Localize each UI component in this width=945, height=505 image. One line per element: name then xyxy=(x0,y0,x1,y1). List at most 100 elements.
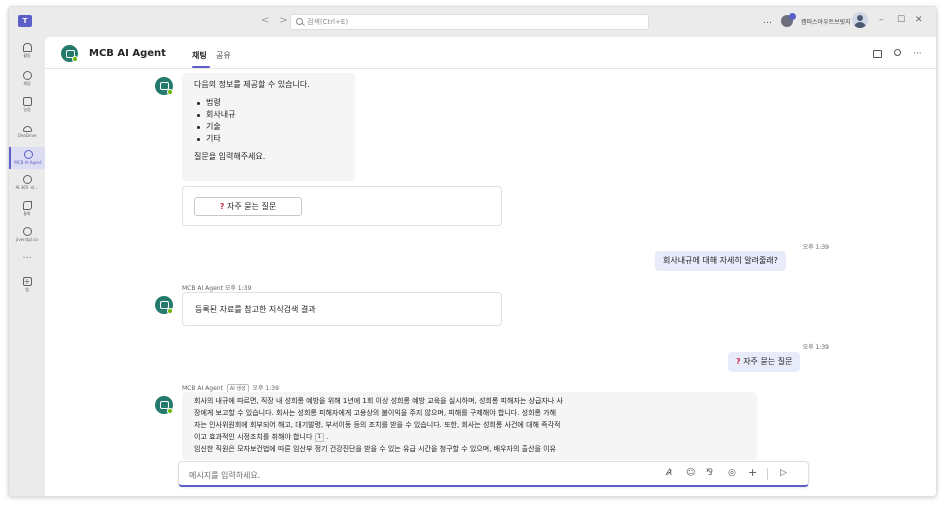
rail-item-label: 앱 xyxy=(25,287,29,292)
rail-item-ai365[interactable]: AI 365 ·라... xyxy=(9,175,45,191)
teams-window: T <> 검색(Ctrl+E) … 캠퍼스아우트브릿지 – ☐ ✕ 활동 채팅 … xyxy=(8,6,937,497)
search-icon xyxy=(296,18,303,25)
search-input[interactable]: 검색(Ctrl+E) xyxy=(290,14,649,30)
message-line: 장에게 보고할 수 있습니다. 회사는 성희롱 피해자에게 고용상의 불이익을 … xyxy=(194,409,557,417)
rail-item-label: 통화 xyxy=(23,211,31,216)
agent-icon xyxy=(22,175,32,184)
popout-icon[interactable] xyxy=(873,50,882,58)
bot-avatar-icon xyxy=(155,396,173,414)
back-arrow-icon[interactable]: < xyxy=(261,15,279,26)
list-item: 기술 xyxy=(194,121,343,133)
rail-item-calendar[interactable]: 일정 xyxy=(9,97,45,113)
citation-badge[interactable]: 1 xyxy=(314,433,324,442)
teams-logo-icon: T xyxy=(18,15,32,27)
message-meta: MCB AI Agent 오후 1:39 xyxy=(182,285,252,292)
bell-icon xyxy=(22,43,32,52)
attach-icon[interactable]: ⅋ xyxy=(706,468,713,478)
send-icon[interactable]: ▷ xyxy=(780,468,787,478)
message-text: 등록된 자료를 참고한 지식검색 결과 xyxy=(195,305,316,314)
presence-dot xyxy=(167,408,173,414)
phone-icon xyxy=(22,201,32,210)
maximize-button[interactable]: ☐ xyxy=(897,15,905,25)
more-icon: … xyxy=(22,251,32,261)
emoji-icon[interactable]: ☺ xyxy=(686,468,695,478)
rail-item-label: OneDrive xyxy=(17,133,37,138)
rail-item-label: 활동 xyxy=(23,53,31,58)
rail-item-onedrive[interactable]: OneDrive xyxy=(9,123,45,138)
rail-item-calls[interactable]: 통화 xyxy=(9,201,45,217)
tab-shared[interactable]: 공유 xyxy=(216,50,231,61)
rail-item-app[interactable]: jiverstpl.co xyxy=(9,227,45,242)
compose-placeholder: 메시지를 입력하세요. xyxy=(189,471,261,480)
avatar[interactable] xyxy=(852,12,868,28)
rail-item-label: 일정 xyxy=(23,107,31,112)
presence-dot xyxy=(167,89,173,95)
faq-button[interactable]: ? 자주 묻는 질문 xyxy=(194,197,302,216)
presence-dot xyxy=(72,56,78,62)
message-text: 이고 효과적인 시정조치를 취해야 합니다 xyxy=(194,433,313,441)
user-message: 회사내규에 대해 자세히 알려줄래? xyxy=(655,251,786,271)
faq-button-label: 자주 묻는 질문 xyxy=(226,202,277,211)
message-text: 질문을 입력해주세요. xyxy=(194,152,266,161)
chat-icon xyxy=(22,71,32,80)
message-text: 다음의 정보를 제공할 수 있습니다. xyxy=(194,80,310,89)
message-line: 자는 인사위원회에 회부되어 해고, 대기발령, 부서이동 등의 조치를 받을 … xyxy=(194,421,561,429)
main-pane: MCB AI Agent 채팅 공유 ··· 다음의 정보를 제공할 수 있습니… xyxy=(45,37,936,496)
divider xyxy=(767,468,768,480)
more-options-icon[interactable]: ··· xyxy=(913,49,922,59)
agent-icon xyxy=(61,45,78,62)
bot-message: 회사의 내규에 따르면, 직장 내 성희롱 예방을 위해 1년에 1회 이상 성… xyxy=(182,392,757,460)
org-badge xyxy=(789,13,796,20)
message-line: 회사의 내규에 따르면, 직장 내 성희롱 예방을 위해 1년에 1회 이상 성… xyxy=(194,397,563,405)
faq-card: ? 자주 묻는 질문 xyxy=(182,186,502,226)
message-text: 자주 묻는 질문 xyxy=(743,357,793,366)
rail-item-chat[interactable]: 채팅 xyxy=(9,71,45,87)
list-item: 법령 xyxy=(194,97,343,109)
loop-icon[interactable]: ◎ xyxy=(728,468,736,478)
rail-item-label: AI 365 ·라... xyxy=(15,185,39,190)
bot-avatar-icon xyxy=(155,77,173,95)
rail-item-activity[interactable]: 활동 xyxy=(9,43,45,59)
search-placeholder: 검색(Ctrl+E) xyxy=(307,18,349,26)
rail-item-label: jiverstpl.co xyxy=(16,237,38,242)
presence-dot xyxy=(167,308,173,314)
rail-item-apps[interactable]: + 앱 xyxy=(9,277,45,293)
minimize-button[interactable]: – xyxy=(879,15,884,25)
search-icon[interactable] xyxy=(894,49,901,56)
bot-avatar-icon xyxy=(155,296,173,314)
message-timestamp: 오후 1:39 xyxy=(802,244,829,251)
org-name[interactable]: 캠퍼스아우트브릿지 xyxy=(801,17,851,26)
message-line: 이고 효과적인 시정조치를 취해야 합니다 1 . xyxy=(194,433,329,442)
question-icon: ? xyxy=(219,202,225,211)
bot-message: 다음의 정보를 제공할 수 있습니다. 법령 회사내규 기술 기타 질문을 입력… xyxy=(182,73,355,181)
agent-icon xyxy=(23,150,33,159)
message-compose[interactable]: 메시지를 입력하세요. A̷ ☺ ⅋ ◎ + ▷ xyxy=(178,461,809,487)
rail-item-label: 채팅 xyxy=(23,81,31,86)
list-item: 회사내규 xyxy=(194,109,343,121)
question-icon: ? xyxy=(736,357,741,366)
message-timestamp: 오후 1:39 xyxy=(252,385,279,392)
title-bar: T <> 검색(Ctrl+E) … 캠퍼스아우트브릿지 – ☐ ✕ xyxy=(9,7,936,37)
message-timestamp: 오후 1:39 xyxy=(802,344,829,351)
app-icon xyxy=(22,227,32,236)
more-options-icon[interactable]: … xyxy=(763,16,772,26)
format-icon[interactable]: A̷ xyxy=(666,468,672,478)
close-button[interactable]: ✕ xyxy=(915,15,923,25)
plus-icon[interactable]: + xyxy=(748,466,757,479)
active-tab-indicator xyxy=(192,66,210,68)
chat-header: MCB AI Agent 채팅 공유 ··· xyxy=(45,37,936,69)
cloud-icon xyxy=(22,126,32,132)
page-title: MCB AI Agent xyxy=(89,48,166,59)
rail-item-more[interactable]: … xyxy=(9,251,45,261)
calendar-icon xyxy=(22,97,32,106)
rail-item-label: MCB AI Agent xyxy=(14,160,42,165)
user-message: ? 자주 묻는 질문 xyxy=(728,352,801,372)
app-rail: 활동 채팅 일정 OneDrive MCB AI Agent AI 365 ·라… xyxy=(9,37,45,496)
rail-item-mcb-agent[interactable]: MCB AI Agent xyxy=(9,147,45,169)
sender-name: MCB AI Agent xyxy=(182,385,223,392)
topic-list: 법령 회사내규 기술 기타 xyxy=(194,97,343,145)
message-line: 임신한 직원은 모자보건법에 따른 임산부 정기 건강진단을 받을 수 있는 유… xyxy=(194,445,557,453)
tab-chat[interactable]: 채팅 xyxy=(192,50,207,61)
search-result-card: 등록된 자료를 참고한 지식검색 결과 xyxy=(182,292,502,326)
plus-icon: + xyxy=(22,277,32,286)
